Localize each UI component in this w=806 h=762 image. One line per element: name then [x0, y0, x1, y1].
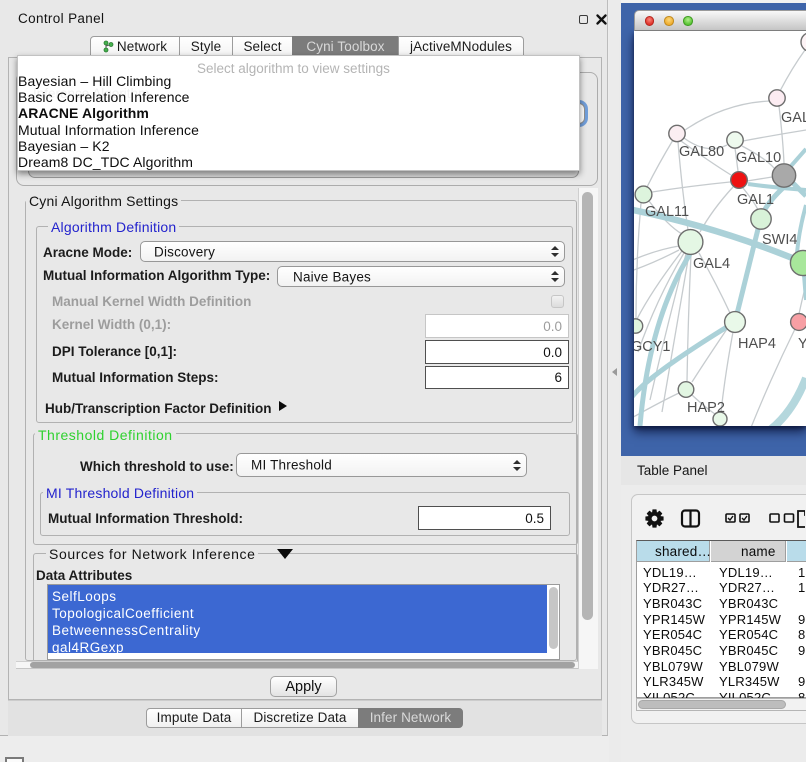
- svg-text:GAL7: GAL7: [781, 110, 806, 126]
- svg-text:GAL80: GAL80: [679, 144, 724, 160]
- svg-text:HAP2: HAP2: [687, 400, 725, 416]
- svg-text:HAP4: HAP4: [738, 336, 776, 352]
- svg-text:SWI4: SWI4: [762, 232, 797, 248]
- svg-text:GAL4: GAL4: [693, 256, 730, 272]
- svg-text:Y: Y: [798, 336, 806, 352]
- svg-text:GAL1: GAL1: [737, 192, 774, 208]
- svg-text:GCY1: GCY1: [634, 339, 671, 355]
- svg-text:GAL10: GAL10: [736, 150, 781, 166]
- svg-text:GAL11: GAL11: [645, 204, 689, 220]
